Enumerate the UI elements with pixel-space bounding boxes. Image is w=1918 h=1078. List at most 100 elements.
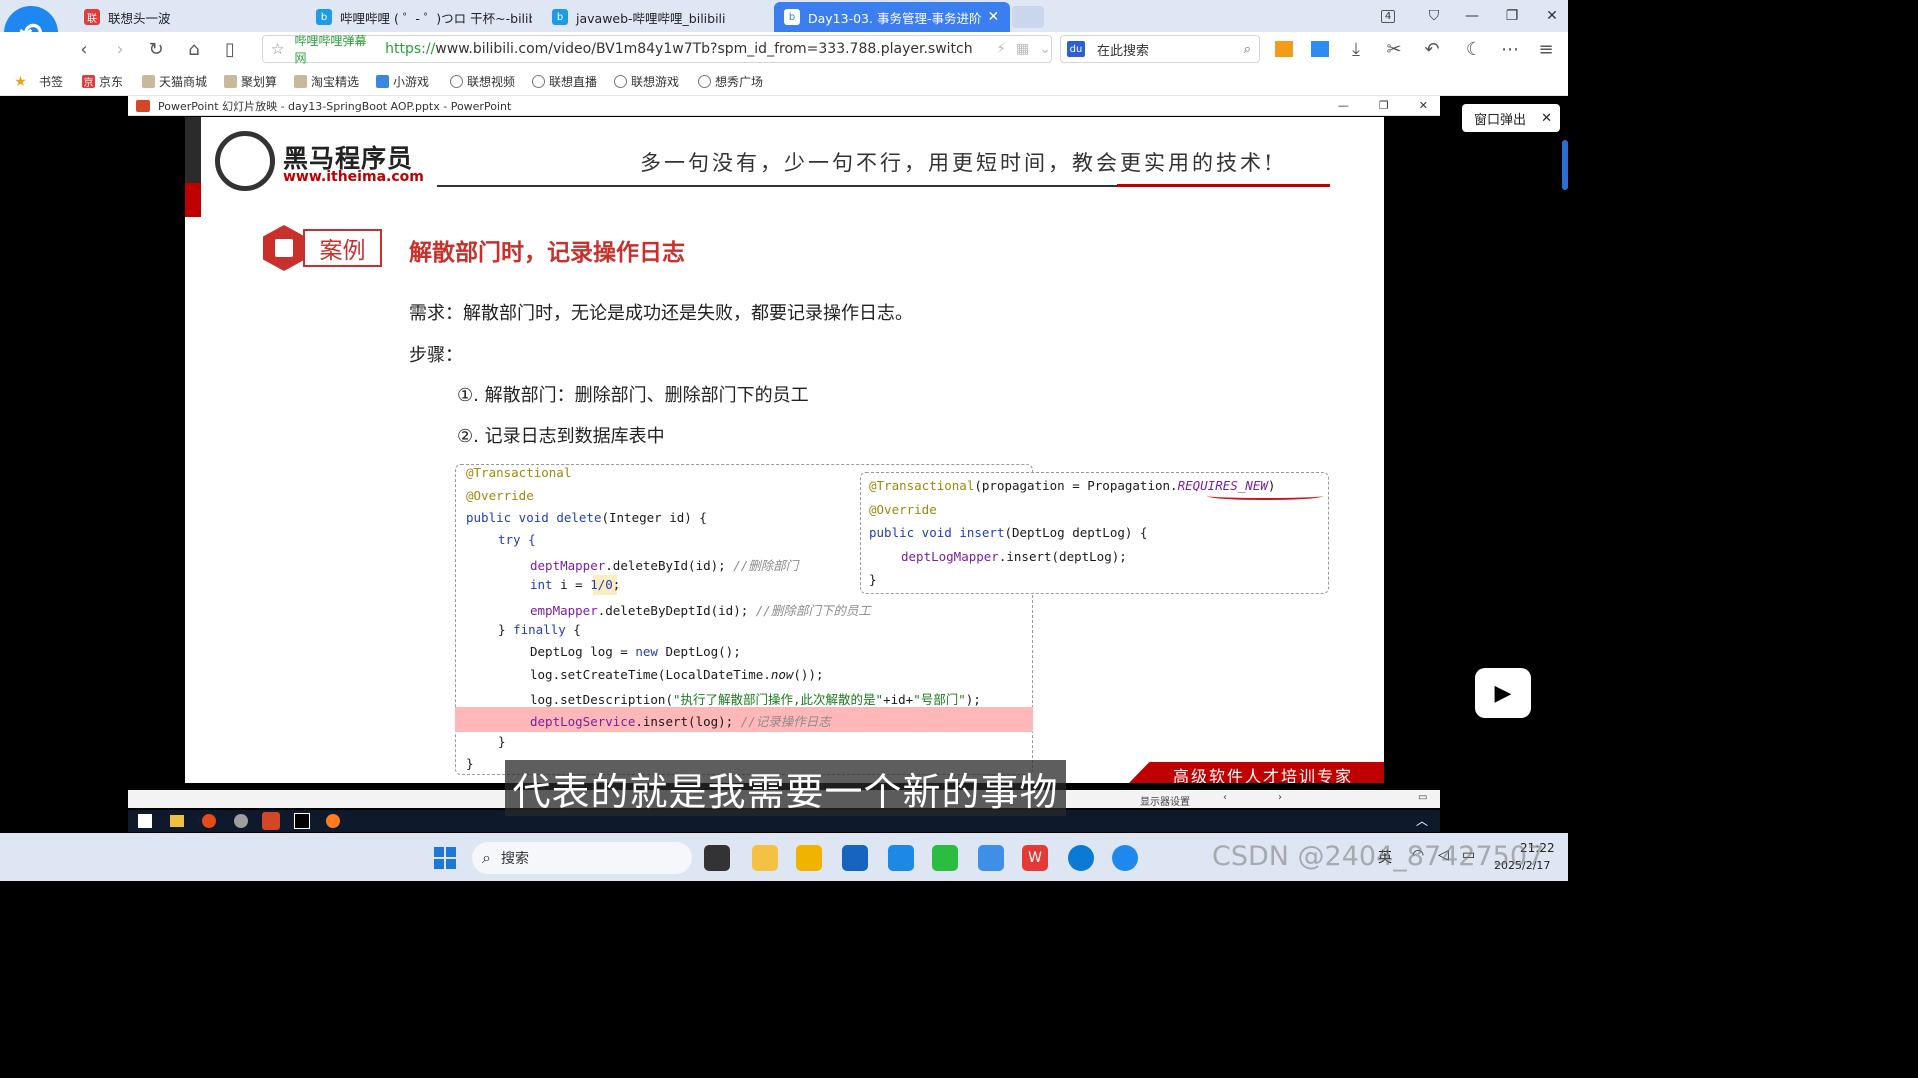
folder-icon	[142, 75, 155, 88]
address-bar[interactable]: ☆ 哔哩哔哩弹幕网 https:// www.bilibili.com/vide…	[262, 34, 1052, 65]
reader-icon[interactable]: ▯	[218, 38, 242, 60]
lightning-icon[interactable]: ⚡	[996, 41, 1006, 57]
ppt-minimize-icon[interactable]: —	[1338, 99, 1349, 112]
shirt-icon[interactable]: ⛉	[1420, 4, 1448, 28]
menu-icon[interactable]: ≡	[1534, 38, 1558, 60]
site-label: 哔哩哔哩弹幕网	[294, 34, 367, 65]
baidu-icon[interactable]: du	[1067, 41, 1085, 57]
tab-label: 联想头一波	[108, 10, 171, 26]
search-placeholder: 在此搜索	[1097, 43, 1150, 59]
more-icon[interactable]: ⋯	[1498, 38, 1522, 60]
bilibili-icon: b	[316, 9, 332, 25]
edge-icon[interactable]	[1068, 845, 1094, 871]
bookmark-item[interactable]: 聚划算	[224, 73, 277, 90]
display-settings-label[interactable]: 显示器设置	[1140, 793, 1190, 808]
header-rule-red	[1117, 184, 1330, 187]
bookmarks-bar: ★ 书签 京京东 天猫商城 聚划算 淘宝精选 小游戏 联想视频 联想直播 联想游戏…	[0, 66, 1568, 96]
app-icon	[234, 814, 248, 828]
close-window-icon[interactable]: ✕	[1538, 4, 1566, 28]
next-slide-icon[interactable]: ›	[1278, 792, 1282, 803]
presenter-icon[interactable]: ▭	[1418, 792, 1427, 803]
slide-decor-bar	[185, 117, 201, 183]
bookmark-item[interactable]: 京京东	[82, 73, 123, 90]
home-icon[interactable]: ⌂	[182, 38, 206, 60]
chevron-down-icon[interactable]: ⌄	[1039, 41, 1051, 57]
task-view-icon[interactable]	[704, 845, 730, 871]
undo-icon[interactable]: ↶	[1420, 38, 1444, 60]
extension-orange-icon[interactable]	[1272, 38, 1296, 60]
bookmark-item[interactable]: 淘宝精选	[294, 73, 359, 90]
app-icon[interactable]	[978, 845, 1004, 871]
powerpoint-icon	[262, 812, 280, 830]
intellij-icon	[294, 813, 310, 829]
new-tab-button[interactable]	[1012, 6, 1044, 28]
close-tab-icon[interactable]: ✕	[987, 9, 999, 25]
code-line: deptMapper.deleteById(id); //删除部门	[530, 558, 799, 573]
close-icon[interactable]: ✕	[1541, 111, 1552, 126]
header-rule	[437, 185, 1117, 187]
wps-icon[interactable]: W	[1022, 845, 1048, 871]
nav-bar: ‹ › ↻ ⌂ ▯ ☆ 哔哩哔哩弹幕网 https:// www.bilibil…	[0, 32, 1568, 66]
qr-icon[interactable]: ▦	[1016, 41, 1029, 57]
restore-icon[interactable]: ❐	[1498, 4, 1526, 28]
back-icon[interactable]: ‹	[72, 38, 96, 60]
bookmark-item[interactable]: 联想游戏	[614, 73, 679, 90]
scrollbar[interactable]	[1562, 140, 1568, 190]
steps-label: 步骤：	[409, 345, 463, 366]
bilibili-icon: b	[784, 9, 800, 25]
minimize-icon[interactable]: —	[1458, 4, 1486, 28]
globe-icon	[614, 75, 627, 88]
tab-label: Day13-03. 事务管理-事务进阶	[808, 10, 982, 26]
browser-icon[interactable]	[1112, 845, 1138, 871]
windows-icon	[138, 814, 152, 828]
search-box[interactable]: du 在此搜索 ⌕	[1060, 35, 1260, 63]
code-line: @Override	[466, 488, 534, 503]
popout-button[interactable]: 窗口弹出 ✕	[1462, 104, 1560, 132]
tab-2[interactable]: b 哔哩哔哩 ( ゜- ゜)つロ 干杯~-bilib	[306, 2, 532, 32]
bookmark-item[interactable]: 联想视频	[450, 73, 515, 90]
ppt-close-icon[interactable]: ✕	[1419, 99, 1428, 112]
ppt-restore-icon[interactable]: ❐	[1379, 99, 1389, 112]
folder-icon	[294, 75, 307, 88]
taskbar-search[interactable]: ⌕ 搜索	[472, 842, 692, 874]
tab-label: javaweb-哔哩哔哩_bilibili	[576, 10, 726, 26]
bookmark-item[interactable]: 小游戏	[376, 73, 429, 90]
code-line: }	[466, 756, 474, 771]
prev-slide-icon[interactable]: ‹	[1223, 792, 1227, 803]
download-icon[interactable]: ⤓	[1344, 38, 1368, 60]
code-line: deptLogService.insert(log); //记录操作日志	[530, 714, 831, 729]
csdn-watermark: CSDN @2404_87427507	[1212, 841, 1545, 872]
os-taskbar: ⌕ 搜索 W 英 ◠ ◁ ▭ 21:22 2025/2/17 CSDN @240…	[0, 833, 1568, 881]
tab-4-active[interactable]: b Day13-03. 事务管理-事务进阶 ✕	[774, 2, 1010, 32]
tab-1[interactable]: 联 联想头一波	[74, 2, 300, 32]
star-icon[interactable]: ☆	[271, 40, 284, 58]
file-explorer-icon[interactable]	[796, 845, 822, 871]
powerpoint-icon	[136, 99, 150, 112]
chevron-up-icon: ︿	[1416, 814, 1429, 828]
play-icon[interactable]: ▶	[1475, 668, 1531, 718]
case-badge: 案例	[303, 229, 382, 267]
game-icon	[376, 75, 389, 88]
reload-icon[interactable]: ↻	[144, 38, 168, 60]
search-icon[interactable]: ⌕	[1244, 42, 1251, 57]
store-icon[interactable]	[842, 845, 868, 871]
tab-3[interactable]: b javaweb-哔哩哔哩_bilibili	[542, 2, 768, 32]
bookmark-item[interactable]: 联想直播	[532, 73, 597, 90]
app-icon[interactable]	[752, 845, 778, 871]
wechat-icon[interactable]	[932, 845, 958, 871]
bookmark-item[interactable]: 想秀广场	[698, 73, 763, 90]
subtitle-caption: 代表的就是我需要一个新的事物	[505, 760, 1066, 816]
code-line: @Override	[869, 502, 937, 517]
tab-label: 哔哩哔哩 ( ゜- ゜)つロ 干杯~-bilib	[340, 10, 532, 26]
scissors-icon[interactable]: ✂	[1382, 38, 1406, 60]
tab-count-badge[interactable]: 4	[1374, 4, 1402, 28]
extension-blue-icon[interactable]	[1308, 38, 1332, 60]
globe-icon	[698, 75, 711, 88]
app-icon[interactable]	[888, 845, 914, 871]
forward-icon[interactable]: ›	[108, 38, 132, 60]
bookmark-item[interactable]: ★ 书签	[14, 73, 63, 90]
moon-icon[interactable]: ☾	[1462, 38, 1486, 60]
windows-start-icon[interactable]	[432, 845, 458, 871]
bookmark-item[interactable]: 天猫商城	[142, 73, 207, 90]
footer-slogan: 高级软件人才培训专家	[1173, 767, 1354, 783]
